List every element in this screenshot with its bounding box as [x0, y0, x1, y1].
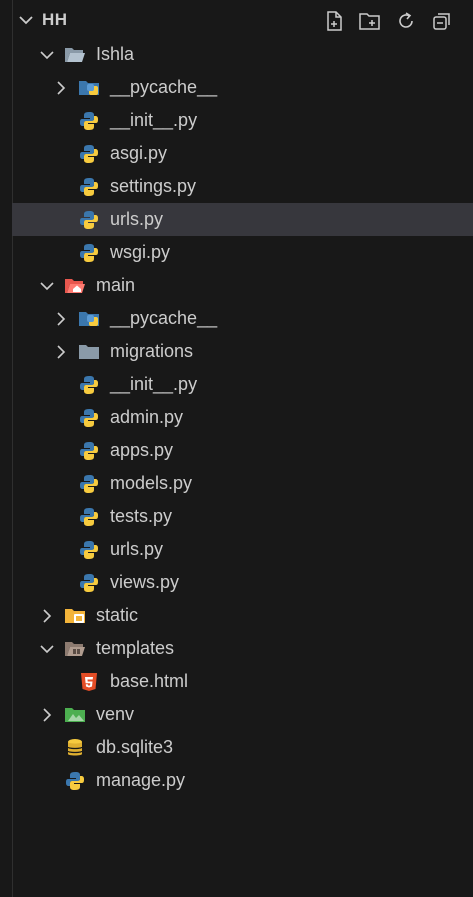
python-icon — [78, 110, 100, 132]
explorer-header: HH — [0, 0, 473, 40]
chevron-right-icon[interactable] — [52, 343, 70, 361]
pycache-folder-icon — [78, 308, 100, 330]
pycache-folder-icon — [78, 77, 100, 99]
tree-item-file-selected[interactable]: urls.py — [12, 203, 473, 236]
file-label: urls.py — [110, 209, 164, 229]
file-label: db.sqlite3 — [96, 737, 174, 757]
file-label: migrations — [110, 341, 194, 361]
tree-item-folder-templates[interactable]: templates — [0, 632, 473, 665]
tree-item-folder-static[interactable]: static — [0, 599, 473, 632]
python-icon — [78, 407, 100, 429]
file-label: __pycache__ — [110, 308, 218, 328]
tree-item-file[interactable]: __init__.py — [0, 368, 473, 401]
file-label: settings.py — [110, 176, 197, 196]
tree-item-file[interactable]: views.py — [0, 566, 473, 599]
file-label: __pycache__ — [110, 77, 218, 97]
python-icon — [78, 506, 100, 528]
file-label: wsgi.py — [110, 242, 171, 262]
tree-item-folder-ishla[interactable]: Ishla — [0, 38, 473, 71]
tree-item-file[interactable]: db.sqlite3 — [0, 731, 473, 764]
file-label: base.html — [110, 671, 189, 691]
file-explorer: HH Ishla __pycache__ __init__.py asgi.py… — [0, 0, 473, 897]
refresh-icon[interactable] — [393, 8, 419, 34]
tree-item-folder-main[interactable]: main — [0, 269, 473, 302]
file-tree: Ishla __pycache__ __init__.py asgi.py se… — [0, 38, 473, 797]
new-folder-icon[interactable] — [357, 8, 383, 34]
python-icon — [78, 473, 100, 495]
file-label: views.py — [110, 572, 180, 592]
python-icon — [78, 242, 100, 264]
tree-item-file[interactable]: manage.py — [0, 764, 473, 797]
folder-open-icon — [64, 44, 86, 66]
file-label: models.py — [110, 473, 193, 493]
folder-label: main — [96, 275, 136, 295]
file-label: tests.py — [110, 506, 173, 526]
chevron-right-icon[interactable] — [52, 310, 70, 328]
chevron-down-icon[interactable] — [38, 277, 56, 295]
tree-item-folder-venv[interactable]: venv — [0, 698, 473, 731]
static-folder-icon — [64, 605, 86, 627]
python-icon — [78, 440, 100, 462]
folder-label: Ishla — [96, 44, 135, 64]
python-icon — [78, 176, 100, 198]
new-file-icon[interactable] — [321, 8, 347, 34]
database-icon — [64, 737, 86, 759]
python-icon — [64, 770, 86, 792]
workspace-title[interactable]: HH — [42, 10, 68, 30]
tree-item-pycache[interactable]: __pycache__ — [0, 71, 473, 104]
chevron-right-icon[interactable] — [38, 706, 56, 724]
home-folder-icon — [64, 275, 86, 297]
folder-icon — [78, 341, 100, 363]
tree-item-pycache[interactable]: __pycache__ — [0, 302, 473, 335]
tree-item-file[interactable]: settings.py — [0, 170, 473, 203]
python-icon — [78, 143, 100, 165]
file-label: admin.py — [110, 407, 184, 427]
chevron-down-icon[interactable] — [18, 12, 34, 28]
tree-item-file[interactable]: tests.py — [0, 500, 473, 533]
tree-item-migrations[interactable]: migrations — [0, 335, 473, 368]
file-label: urls.py — [110, 539, 164, 559]
tree-item-file[interactable]: apps.py — [0, 434, 473, 467]
tree-item-file[interactable]: urls.py — [0, 533, 473, 566]
templates-folder-icon — [64, 638, 86, 660]
venv-folder-icon — [64, 704, 86, 726]
folder-label: venv — [96, 704, 135, 724]
tree-item-file[interactable]: __init__.py — [0, 104, 473, 137]
file-label: __init__.py — [110, 374, 198, 394]
file-label: __init__.py — [110, 110, 198, 130]
file-label: apps.py — [110, 440, 174, 460]
tree-item-file[interactable]: wsgi.py — [0, 236, 473, 269]
chevron-down-icon[interactable] — [38, 640, 56, 658]
collapse-all-icon[interactable] — [429, 8, 455, 34]
folder-label: templates — [96, 638, 175, 658]
chevron-down-icon[interactable] — [38, 46, 56, 64]
chevron-right-icon[interactable] — [38, 607, 56, 625]
explorer-actions — [321, 8, 455, 34]
html-icon — [78, 671, 100, 693]
chevron-right-icon[interactable] — [52, 79, 70, 97]
file-label: asgi.py — [110, 143, 168, 163]
tree-item-file[interactable]: base.html — [0, 665, 473, 698]
tree-item-file[interactable]: models.py — [0, 467, 473, 500]
python-icon — [78, 572, 100, 594]
tree-item-file[interactable]: asgi.py — [0, 137, 473, 170]
folder-label: static — [96, 605, 139, 625]
python-icon — [78, 539, 100, 561]
file-label: manage.py — [96, 770, 186, 790]
python-icon — [78, 209, 100, 231]
python-icon — [78, 374, 100, 396]
tree-item-file[interactable]: admin.py — [0, 401, 473, 434]
